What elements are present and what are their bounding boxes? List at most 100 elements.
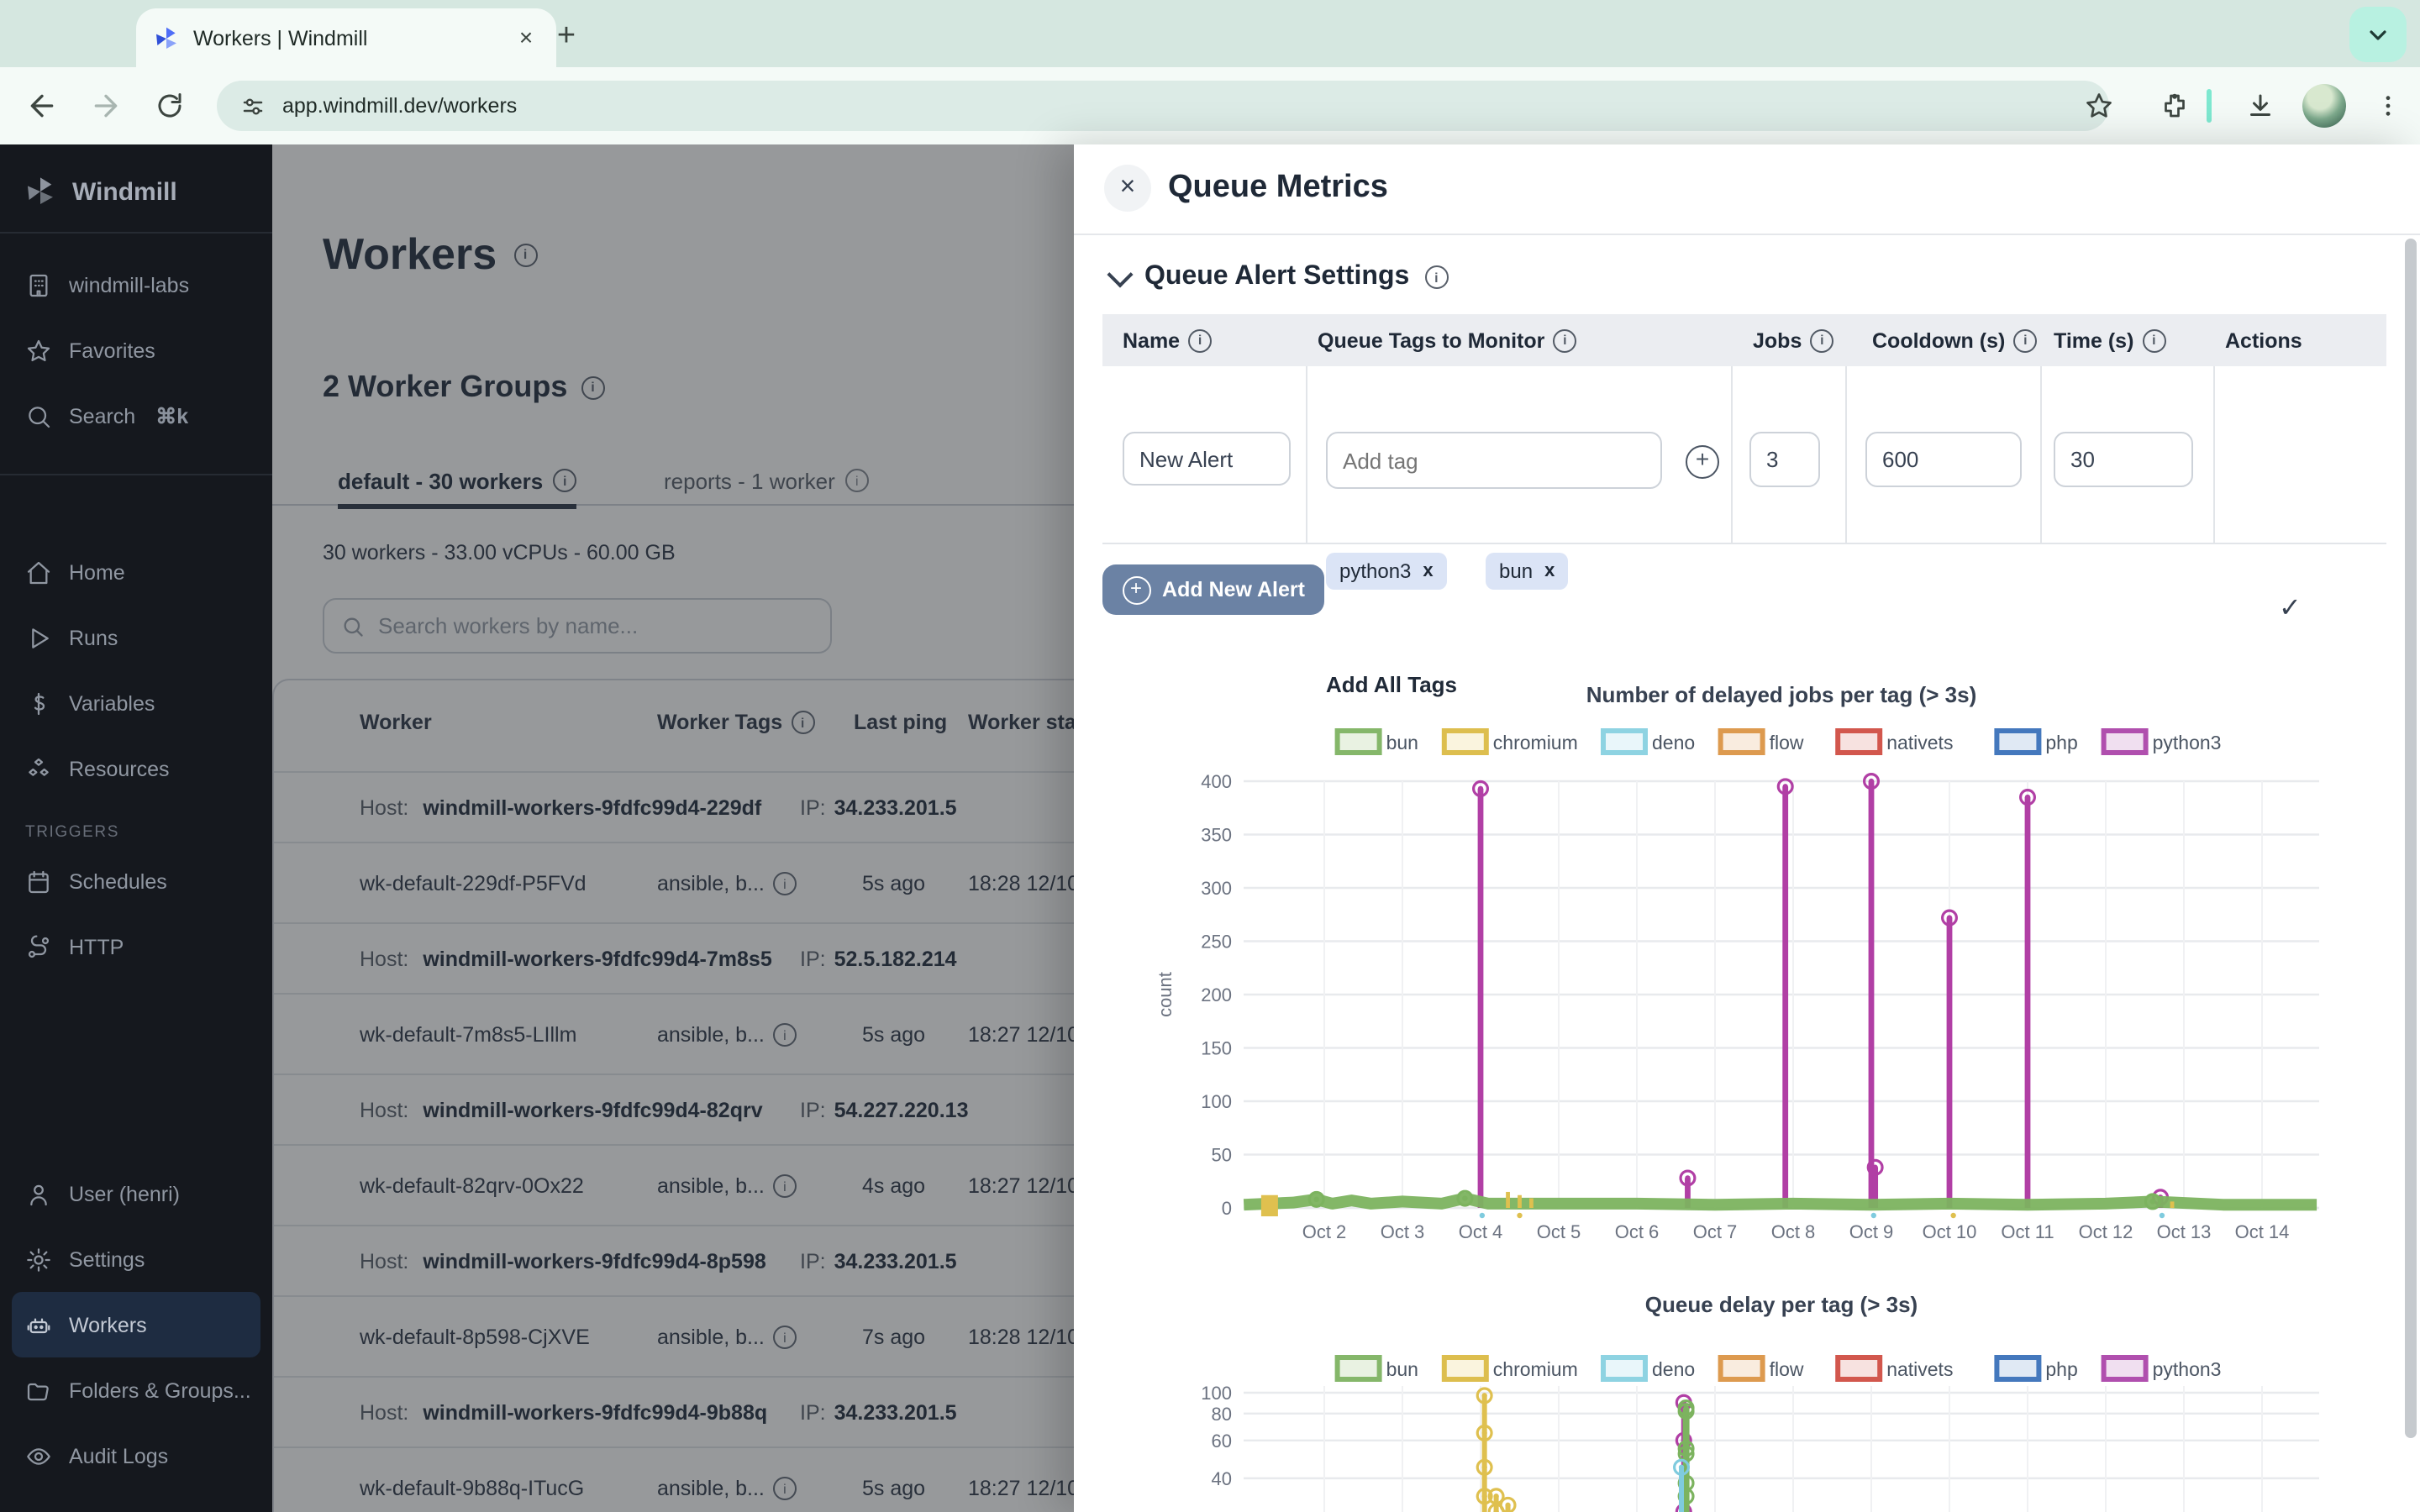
sidebar-item-audit-logs[interactable]: Audit Logs (0, 1423, 272, 1488)
table-row-host[interactable]: Host: windmill-workers-9fdfc99d4-82qrvIP… (274, 1074, 1074, 1144)
sidebar-item-windmill-labs[interactable]: windmill-labs (0, 252, 272, 318)
table-row-worker[interactable]: wk-default-82qrv-0Ox22ansible, b...4s ag… (274, 1144, 1074, 1225)
remove-tag-icon[interactable]: x (1544, 561, 1555, 581)
alert-name-input[interactable] (1123, 432, 1291, 486)
browser-tab[interactable]: Workers | Windmill (136, 8, 556, 67)
last-ping-cell: 5s ago (862, 995, 925, 1075)
info-icon[interactable] (2142, 328, 2165, 352)
tab-reports-group[interactable]: reports - 1 worker (664, 457, 869, 504)
table-row-worker[interactable]: wk-default-8p598-CjXVEansible, b...7s ag… (274, 1295, 1074, 1376)
sidebar-item-runs[interactable]: Runs (0, 605, 272, 670)
svg-text:200: 200 (1201, 984, 1232, 1005)
info-icon[interactable] (773, 1326, 797, 1349)
svg-text:150: 150 (1201, 1038, 1232, 1059)
sidebar-item-settings[interactable]: Settings (0, 1226, 272, 1292)
home-icon (25, 559, 52, 585)
jobs-input[interactable] (1749, 432, 1820, 487)
queue-alert-settings-header[interactable]: Queue Alert Settings (1111, 262, 1448, 292)
info-icon[interactable] (773, 1174, 797, 1198)
sidebar-item-schedules[interactable]: Schedules (0, 848, 272, 914)
sidebar-item-variables[interactable]: Variables (0, 670, 272, 736)
gear-icon (25, 1246, 52, 1273)
sidebar-item-user-henri[interactable]: User (henri) (0, 1161, 272, 1226)
add-tag-button[interactable] (1686, 445, 1719, 479)
svg-text:Oct 4: Oct 4 (1459, 1221, 1503, 1242)
windmill-favicon-icon (153, 24, 180, 51)
profile-avatar[interactable] (2299, 81, 2349, 131)
sidebar-item-home[interactable]: Home (0, 539, 272, 605)
table-row-host[interactable]: Host: windmill-workers-9fdfc99d4-229dfIP… (274, 771, 1074, 842)
close-panel-button[interactable] (1104, 165, 1151, 212)
url-text[interactable]: app.windmill.dev/workers (282, 94, 517, 118)
back-button[interactable] (20, 84, 64, 128)
sidebar-item-resources[interactable]: Resources (0, 736, 272, 801)
tab-default-group[interactable]: default - 30 workers (338, 457, 576, 509)
sidebar-item-label: Resources (69, 757, 170, 780)
svg-text:deno: deno (1652, 1358, 1695, 1380)
worker-start-cell: 18:27 12/10 (968, 1146, 1074, 1226)
table-row-host[interactable]: Host: windmill-workers-9fdfc99d4-8p598IP… (274, 1225, 1074, 1295)
cooldown-input[interactable] (1865, 432, 2022, 487)
table-row-worker[interactable]: wk-default-229df-P5FVdansible, b...5s ag… (274, 842, 1074, 922)
tab-close-icon[interactable] (513, 24, 539, 51)
bookmark-star-button[interactable] (2077, 81, 2121, 131)
sidebar-item-label: Variables (69, 691, 155, 715)
table-row-host[interactable]: Host: windmill-workers-9fdfc99d4-9b88qIP… (274, 1376, 1074, 1446)
worker-search[interactable]: Search workers by name... (323, 598, 832, 654)
reload-button[interactable] (148, 84, 192, 128)
add-new-alert-button[interactable]: Add New Alert (1102, 564, 1324, 615)
info-icon[interactable] (773, 1023, 797, 1047)
table-row-worker[interactable]: wk-default-7m8s5-LIllmansible, b...5s ag… (274, 993, 1074, 1074)
forward-button[interactable] (84, 84, 128, 128)
svg-text:bun: bun (1386, 1358, 1418, 1380)
last-ping-cell: 7s ago (862, 1297, 925, 1378)
confirm-alert-button[interactable] (2279, 591, 2302, 625)
info-icon[interactable] (2013, 328, 2037, 352)
add-tag-input[interactable] (1326, 432, 1662, 489)
info-icon[interactable] (773, 1477, 797, 1500)
info-icon[interactable] (513, 243, 537, 266)
time-input[interactable] (2054, 432, 2193, 487)
workers-table: Worker Worker Tags Last ping Worker star… (272, 679, 1074, 1512)
svg-text:Oct 5: Oct 5 (1537, 1221, 1581, 1242)
info-icon[interactable] (791, 711, 814, 734)
new-tab-button[interactable] (546, 17, 587, 57)
worker-name-cell: wk-default-7m8s5-LIllm (360, 995, 576, 1075)
info-icon[interactable] (1810, 328, 1833, 352)
svg-text:0: 0 (1222, 1198, 1232, 1219)
download-button[interactable] (2238, 81, 2282, 131)
chevron-down-icon (2365, 21, 2391, 48)
sidebar-section: TRIGGERSSchedulesHTTP (0, 823, 272, 979)
info-icon[interactable] (581, 375, 604, 399)
legend-item-deno: deno (1603, 1357, 1695, 1380)
sidebar-item-http[interactable]: HTTP (0, 914, 272, 979)
sidebar-item-favorites[interactable]: Favorites (0, 318, 272, 383)
sidebar-brand[interactable]: Windmill (24, 161, 177, 222)
tag-chip-bun[interactable]: bunx (1486, 553, 1568, 590)
info-icon[interactable] (1553, 328, 1576, 352)
sidebar-item-search[interactable]: Search⌘k (0, 383, 272, 449)
svg-text:count: count (1155, 972, 1176, 1017)
table-row-host[interactable]: Host: windmill-workers-9fdfc99d4-7m8s5IP… (274, 922, 1074, 993)
sidebar-item-workers[interactable]: Workers (12, 1292, 260, 1357)
tab-overflow-button[interactable] (2349, 7, 2407, 62)
extensions-button[interactable] (2153, 81, 2196, 131)
remove-tag-icon[interactable]: x (1423, 561, 1433, 581)
panel-scrollbar[interactable] (2405, 239, 2417, 1438)
info-icon[interactable] (773, 872, 797, 895)
svg-text:Oct 13: Oct 13 (2157, 1221, 2212, 1242)
tag-chip-python3[interactable]: python3x (1326, 553, 1447, 590)
info-icon[interactable] (1188, 328, 1212, 352)
ip-cell: IP:52.5.182.214 (800, 924, 957, 995)
site-controls-icon[interactable] (240, 93, 266, 118)
info-icon[interactable] (553, 469, 576, 492)
url-bar[interactable]: app.windmill.dev/workers (217, 81, 2109, 131)
star-icon (25, 337, 52, 364)
svg-text:php: php (2045, 1358, 2077, 1380)
sidebar-item-folders-groups[interactable]: Folders & Groups... (0, 1357, 272, 1423)
browser-menu-button[interactable] (2366, 81, 2410, 131)
info-icon[interactable] (845, 469, 869, 492)
info-icon[interactable] (1424, 265, 1448, 289)
table-row-worker[interactable]: wk-default-9b88q-ITucGansible, b...5s ag… (274, 1446, 1074, 1512)
worker-tags-cell: ansible, b... (657, 1448, 797, 1512)
